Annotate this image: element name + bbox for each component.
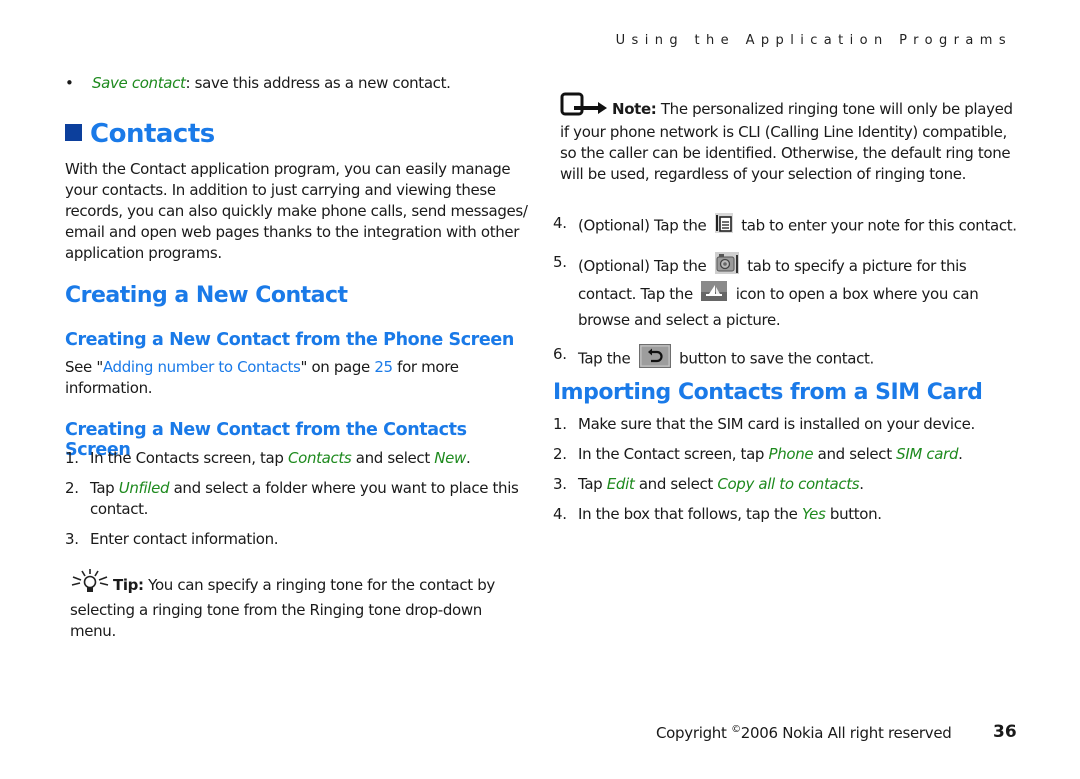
- step-item: 2. Tap Unfiled and select a folder where …: [65, 478, 530, 520]
- text: Tap: [578, 475, 607, 493]
- copyright-text: 2006 Nokia All right reserved: [740, 724, 952, 742]
- text: and select: [813, 445, 897, 463]
- copyright-symbol: ©: [731, 724, 741, 735]
- step-number: 4.: [553, 214, 567, 232]
- step-text: Enter contact information.: [90, 529, 279, 550]
- text: Make sure that the SIM card is installed…: [578, 415, 975, 433]
- step-text: In the Contact screen, tap Phone and sel…: [578, 444, 963, 465]
- page-link[interactable]: 25: [374, 358, 393, 376]
- copyright-text: Copyright: [656, 724, 732, 742]
- step-number: 3.: [553, 475, 567, 493]
- contacts-screen-steps: 1. In the Contacts screen, tap Contacts a…: [65, 448, 530, 550]
- bullet-text: : save this address as a new contact.: [185, 74, 451, 92]
- browse-picture-icon[interactable]: [701, 281, 728, 308]
- notes-tab-icon[interactable]: [714, 213, 733, 239]
- step-text: Tap the: [578, 349, 631, 368]
- step-text: Tap Unfiled and select a folder where yo…: [90, 478, 530, 520]
- text: In the box that follows, tap the: [578, 505, 802, 523]
- step-5: 5. (Optional) Tap the tab to specify a p…: [553, 252, 1023, 332]
- menu-term: Unfiled: [118, 479, 170, 497]
- text: button.: [825, 505, 882, 523]
- step-number: 4.: [553, 505, 567, 523]
- step-text: tab to enter your note for this contact.: [741, 216, 1017, 235]
- copyright-notice: Copyright ©2006 Nokia All right reserved: [656, 724, 952, 742]
- bullet-save-contact: • Save contact: save this address as a n…: [65, 73, 530, 94]
- step-text: In the box that follows, tap the Yes but…: [578, 504, 882, 525]
- step-text: Tap Edit and select Copy all to contacts…: [578, 474, 864, 495]
- step-number: 1.: [65, 449, 79, 467]
- heading-creating-new-contact: Creating a New Contact: [65, 283, 348, 308]
- lightbulb-icon: [70, 568, 110, 600]
- step-6: 6. Tap the button to save the contact.: [553, 344, 1023, 374]
- step-text: In the Contacts screen, tap Contacts and…: [90, 448, 471, 469]
- menu-term: New: [434, 449, 466, 467]
- bullet-dot: •: [65, 74, 74, 92]
- step-number: 5.: [553, 253, 567, 271]
- note-icon: [560, 92, 610, 122]
- tip-box: Tip: You can specify a ringing tone for …: [70, 568, 525, 642]
- text: Tap: [90, 479, 119, 497]
- import-sim-steps: 1. Make sure that the SIM card is install…: [553, 414, 1023, 525]
- step-number: 2.: [553, 445, 567, 463]
- save-back-button-icon[interactable]: [638, 344, 671, 374]
- menu-term: Phone: [768, 445, 814, 463]
- intro-paragraph: With the Contact application program, yo…: [65, 160, 528, 262]
- contacts-screen-steps-continued: 4. (Optional) Tap the tab to enter your …: [553, 213, 1023, 374]
- text: .: [859, 475, 864, 493]
- step-item: 4. In the box that follows, tap the Yes b…: [553, 504, 1023, 525]
- camera-tab-icon[interactable]: [714, 252, 739, 281]
- step-4: 4. (Optional) Tap the tab to enter your …: [553, 213, 1023, 239]
- phone-screen-paragraph: See "Adding number to Contacts" on page …: [65, 357, 530, 399]
- page-number: 36: [993, 722, 1017, 742]
- step-item: 3. Enter contact information.: [65, 529, 530, 550]
- step-number: 1.: [553, 415, 567, 433]
- menu-term: Contacts: [288, 449, 352, 467]
- cross-reference-link[interactable]: Adding number to Contacts: [103, 358, 301, 376]
- step-number: 6.: [553, 345, 567, 363]
- menu-term: Save contact: [92, 74, 186, 92]
- text: and select: [634, 475, 718, 493]
- step-item: 3. Tap Edit and select Copy all to contac…: [553, 474, 1023, 495]
- text: See ": [65, 358, 103, 376]
- step-text: Make sure that the SIM card is installed…: [578, 414, 975, 435]
- section-title: Contacts: [65, 119, 530, 149]
- text: In the Contacts screen, tap: [90, 449, 288, 467]
- step-number: 2.: [65, 479, 79, 497]
- note-label: Note:: [612, 100, 657, 118]
- section-title-text: Contacts: [90, 119, 215, 149]
- text: In the Contact screen, tap: [578, 445, 769, 463]
- menu-term: SIM card: [896, 445, 959, 463]
- step-item: 2. In the Contact screen, tap Phone and s…: [553, 444, 1023, 465]
- menu-term: Copy all to contacts: [717, 475, 860, 493]
- menu-term: Yes: [801, 505, 826, 523]
- tip-label: Tip:: [113, 576, 144, 594]
- section-square-icon: [65, 124, 82, 141]
- text: .: [958, 445, 963, 463]
- step-number: 3.: [65, 530, 79, 548]
- step-item: 1. In the Contacts screen, tap Contacts a…: [65, 448, 530, 469]
- menu-term: Edit: [606, 475, 635, 493]
- step-item: 1. Make sure that the SIM card is install…: [553, 414, 1023, 435]
- running-header: Using the Application Programs: [615, 33, 1012, 48]
- text: Enter contact information.: [90, 530, 279, 548]
- note-box: Note: The personalized ringing tone will…: [560, 92, 1015, 185]
- heading-importing-sim: Importing Contacts from a SIM Card: [553, 380, 983, 405]
- step-text: (Optional) Tap the: [578, 257, 707, 275]
- text: and select: [351, 449, 435, 467]
- heading-from-phone-screen: Creating a New Contact from the Phone Sc…: [65, 330, 514, 350]
- step-text: button to save the contact.: [679, 349, 874, 368]
- text: " on page: [300, 358, 375, 376]
- step-text: (Optional) Tap the: [578, 216, 707, 235]
- text: .: [465, 449, 471, 467]
